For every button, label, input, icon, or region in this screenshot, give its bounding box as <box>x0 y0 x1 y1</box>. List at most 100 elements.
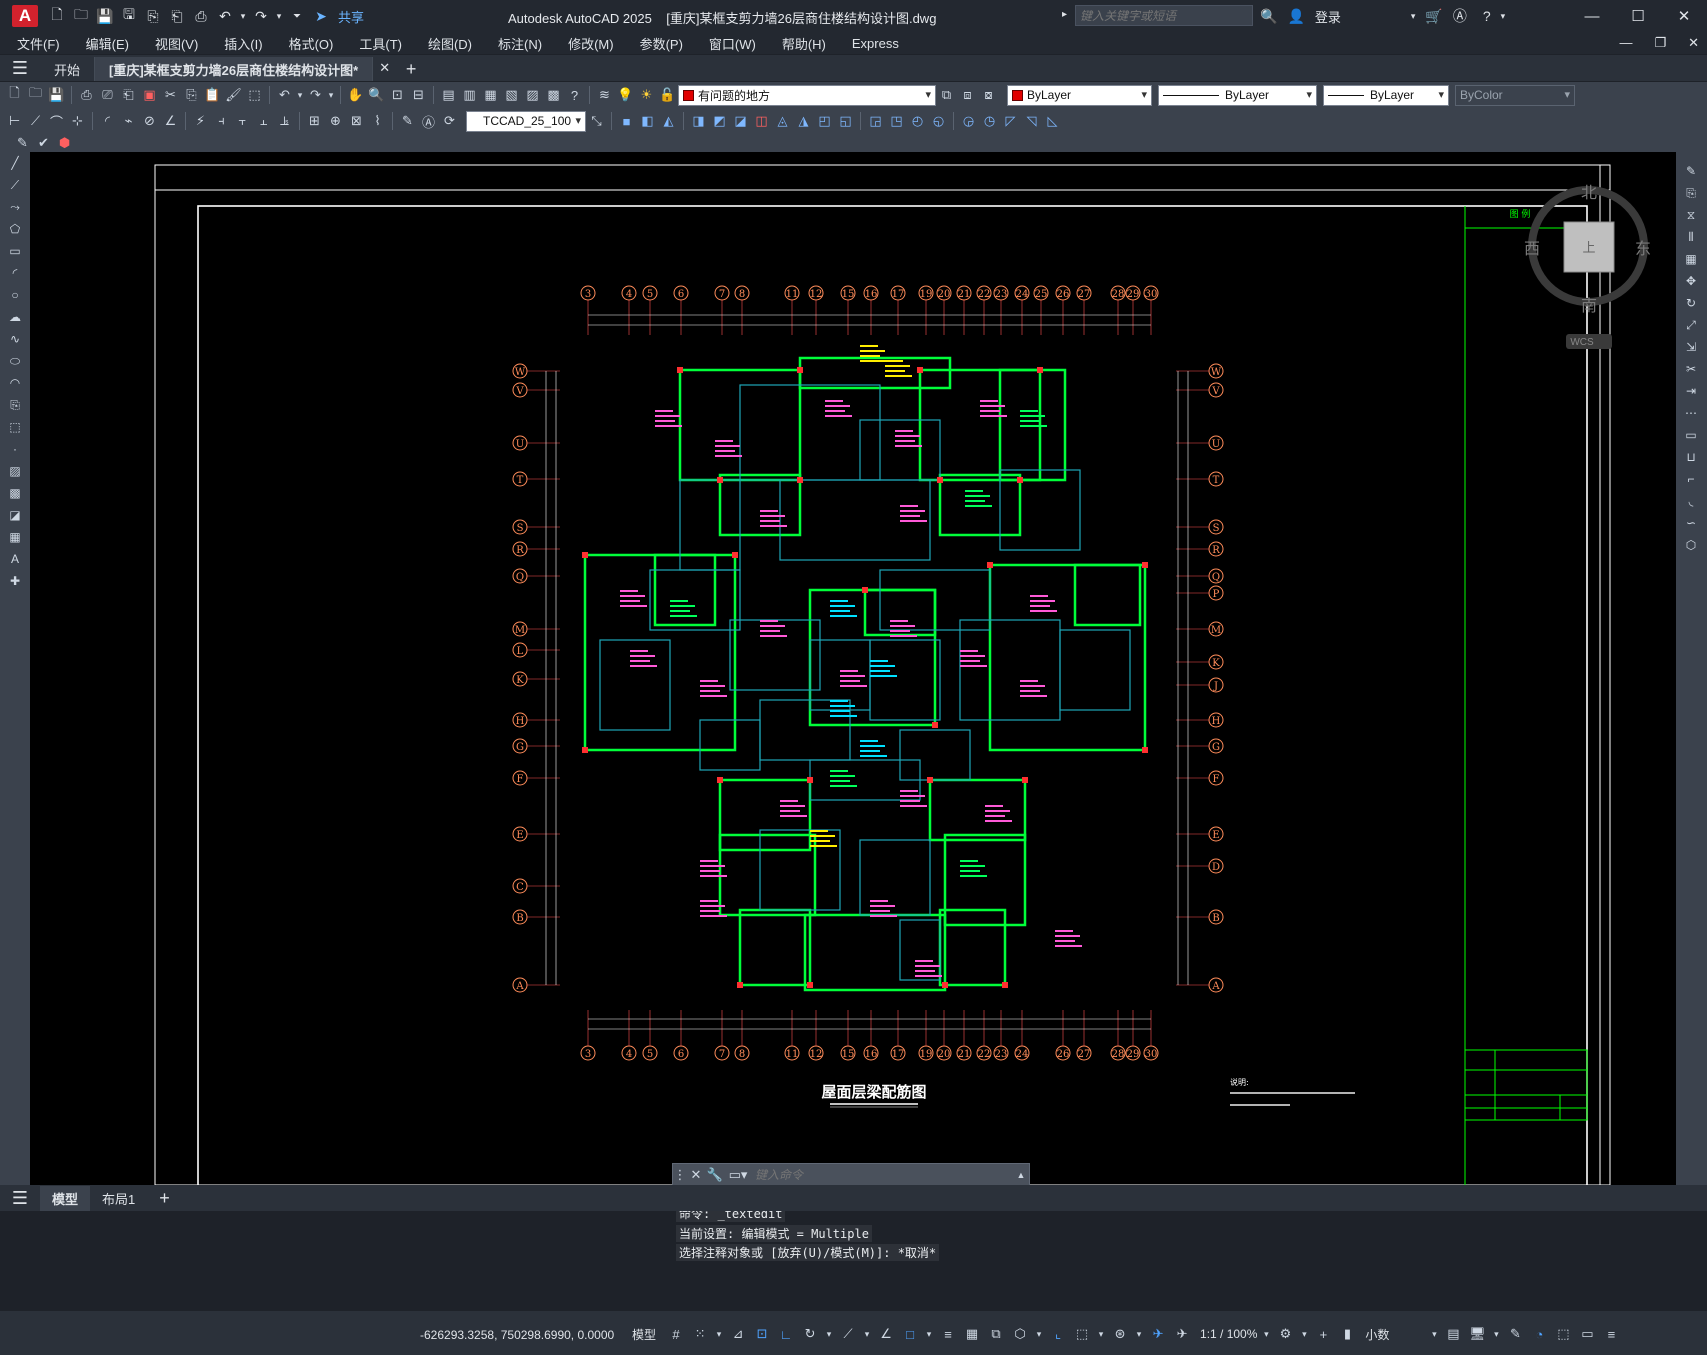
doc-close-icon[interactable]: ✕ <box>1688 35 1699 51</box>
dim-edit-icon[interactable]: ✎ <box>397 111 418 132</box>
dimstyle-icon[interactable]: ⤡ <box>586 111 607 132</box>
save-icon[interactable]: 💾 <box>94 5 116 27</box>
solid-wedge-icon[interactable]: ◧ <box>637 111 658 132</box>
compass-north[interactable]: 北 <box>1581 184 1597 202</box>
menu-item-3[interactable]: 插入(I) <box>215 34 271 53</box>
compass-west[interactable]: 西 <box>1524 241 1540 258</box>
tb-sheetset-icon[interactable]: ▧ <box>501 85 522 106</box>
dim-continue-icon[interactable]: ⫟ <box>232 111 253 132</box>
tb-publish-icon[interactable]: ⎗ <box>118 85 139 106</box>
tb-zoom-window-icon[interactable]: ⊡ <box>387 85 408 106</box>
ortho-icon[interactable]: ∟ <box>776 1324 796 1344</box>
tb-pan-icon[interactable]: ✋ <box>345 85 366 106</box>
gradient-icon[interactable]: ▩ <box>0 482 30 504</box>
rotate-icon[interactable]: ↻ <box>1676 292 1706 314</box>
linetype-dropdown[interactable]: ByLayer ▾ <box>1158 84 1317 106</box>
isodraft-dropdown-icon[interactable]: ▾ <box>862 1324 872 1344</box>
erase-icon[interactable]: ✎ <box>1676 160 1706 182</box>
clean-screen-icon[interactable]: ▭ <box>1577 1324 1597 1344</box>
dim-linear-icon[interactable]: ⊢ <box>4 111 25 132</box>
trim-icon[interactable]: ✂ <box>1676 358 1706 380</box>
units-value[interactable]: 小数 <box>1365 1326 1425 1343</box>
imprint-icon[interactable]: ◷ <box>979 111 1000 132</box>
tb-undo-icon[interactable]: ↶ <box>274 85 295 106</box>
workspace-dropdown-icon[interactable]: ▾ <box>1299 1324 1309 1344</box>
tb-matchprop-icon[interactable]: 🖌 <box>223 85 244 106</box>
menu-item-7[interactable]: 标注(N) <box>489 34 551 53</box>
union-icon[interactable]: ◫ <box>751 111 772 132</box>
polygon-icon[interactable]: ⬠ <box>0 218 30 240</box>
ellipse-arc-icon[interactable]: ◠ <box>0 372 30 394</box>
tb-undo-dropdown-icon[interactable]: ▾ <box>295 85 305 106</box>
osnap-dropdown-icon[interactable]: ▾ <box>924 1324 934 1344</box>
drawing-canvas[interactable]: 图 例 3 4 5 6 7 8 11 12 15 16 17 19 20 21 22 23 24 25 26 27 28… <box>30 152 1676 1185</box>
menu-hamburger-icon[interactable]: ☰ <box>0 55 40 81</box>
tb-zoom-previous-icon[interactable]: ⊟ <box>408 85 429 106</box>
hatch-icon[interactable]: ▨ <box>0 460 30 482</box>
menu-item-11[interactable]: 帮助(H) <box>773 34 835 53</box>
workspace-gear-icon[interactable]: ⚙ <box>1275 1324 1295 1344</box>
tool-b-icon[interactable]: ✔ <box>33 134 54 152</box>
tb-designcenter-icon[interactable]: ▥ <box>459 85 480 106</box>
lineweight-dropdown[interactable]: ByLayer ▾ <box>1323 84 1449 106</box>
isolate-objects-icon[interactable]: ✎ <box>1505 1324 1525 1344</box>
interfere-icon[interactable]: ◳ <box>886 111 907 132</box>
doc-minimize-icon[interactable]: — <box>1619 35 1632 51</box>
customize-status-icon[interactable]: ≡ <box>1601 1324 1621 1344</box>
sweep-icon[interactable]: ◪ <box>730 111 751 132</box>
thicken-icon[interactable]: ◱ <box>835 111 856 132</box>
menu-item-5[interactable]: 工具(T) <box>350 34 411 53</box>
gizmo-dropdown-icon[interactable]: ▾ <box>1134 1324 1144 1344</box>
polyline-icon[interactable]: ⤳ <box>0 196 30 218</box>
dim-angular-icon[interactable]: ∠ <box>160 111 181 132</box>
subtract-icon[interactable]: ◬ <box>772 111 793 132</box>
layout-menu-icon[interactable]: ☰ <box>0 1185 40 1211</box>
isodraft-icon[interactable]: ⟋ <box>838 1324 858 1344</box>
tab-model[interactable]: 模型 <box>40 1185 91 1211</box>
scale-dropdown-icon[interactable]: ▾ <box>1261 1324 1271 1344</box>
compass-south[interactable]: 南 <box>1581 297 1597 315</box>
tb-preview-icon[interactable]: ⎚ <box>97 85 118 106</box>
jogged-linear-icon[interactable]: ⌇ <box>367 111 388 132</box>
search-expand-icon[interactable]: ▸ <box>1062 9 1067 20</box>
menu-item-1[interactable]: 编辑(E) <box>77 34 138 53</box>
3d-osnap-dropdown-icon[interactable]: ▾ <box>1034 1324 1044 1344</box>
solid-cone-icon[interactable]: ◭ <box>658 111 679 132</box>
annotation-visibility-icon[interactable]: ✈ <box>1148 1324 1168 1344</box>
cursor-coordinates[interactable]: -626293.3258, 750298.6990, 0.0000 <box>420 1328 614 1342</box>
menu-item-0[interactable]: 文件(F) <box>8 34 69 53</box>
save-web-icon[interactable]: ⎘ <box>142 5 164 27</box>
section-icon[interactable]: ◴ <box>907 111 928 132</box>
redo-icon[interactable]: ↷ <box>250 5 272 27</box>
spline-icon[interactable]: ∿ <box>0 328 30 350</box>
revolve-icon[interactable]: ◩ <box>709 111 730 132</box>
lock-ui-dropdown-icon[interactable]: ▾ <box>1491 1324 1501 1344</box>
grip-icon[interactable]: ⋮ <box>673 1167 687 1183</box>
dim-break-icon[interactable]: ⫡ <box>274 111 295 132</box>
maximize-icon[interactable]: ☐ <box>1615 0 1661 32</box>
dynamic-ucs-icon[interactable]: ⌞ <box>1048 1324 1068 1344</box>
compass-east[interactable]: 东 <box>1635 240 1651 258</box>
tool-c-icon[interactable]: ⬢ <box>54 134 75 152</box>
login-label[interactable]: 登录 <box>1315 7 1341 26</box>
annotation-monitor-icon[interactable]: + <box>1313 1324 1333 1344</box>
tb-layer-previous-icon[interactable]: ⧈ <box>957 85 978 106</box>
search-icon[interactable]: 🔍 <box>1260 8 1277 25</box>
menu-item-10[interactable]: 窗口(W) <box>700 34 765 53</box>
tb-cut-icon[interactable]: ✂ <box>160 85 181 106</box>
new-tab-icon[interactable]: + <box>396 57 426 81</box>
units-dropdown-icon[interactable]: ▾ <box>1429 1324 1439 1344</box>
solid-box-icon[interactable]: ■ <box>616 111 637 132</box>
object-snap-tracking-icon[interactable]: ∠ <box>876 1324 896 1344</box>
undo-dropdown-icon[interactable]: ▾ <box>238 5 248 27</box>
tb-help-icon[interactable]: ? <box>564 85 585 106</box>
revision-cloud-icon[interactable]: ☁ <box>0 306 30 328</box>
inspect-icon[interactable]: ⊠ <box>346 111 367 132</box>
tb-3dprint-icon[interactable]: ▣ <box>139 85 160 106</box>
app-logo[interactable]: A <box>12 5 38 27</box>
user-icon[interactable]: 👤 <box>1287 8 1304 25</box>
customize-wrench-icon[interactable]: 🔧 <box>705 1167 725 1183</box>
model-space-toggle[interactable]: 模型 <box>632 1326 656 1343</box>
tb-markup-icon[interactable]: ▨ <box>522 85 543 106</box>
lock-ui-icon[interactable]: 🖥 <box>1467 1324 1487 1344</box>
